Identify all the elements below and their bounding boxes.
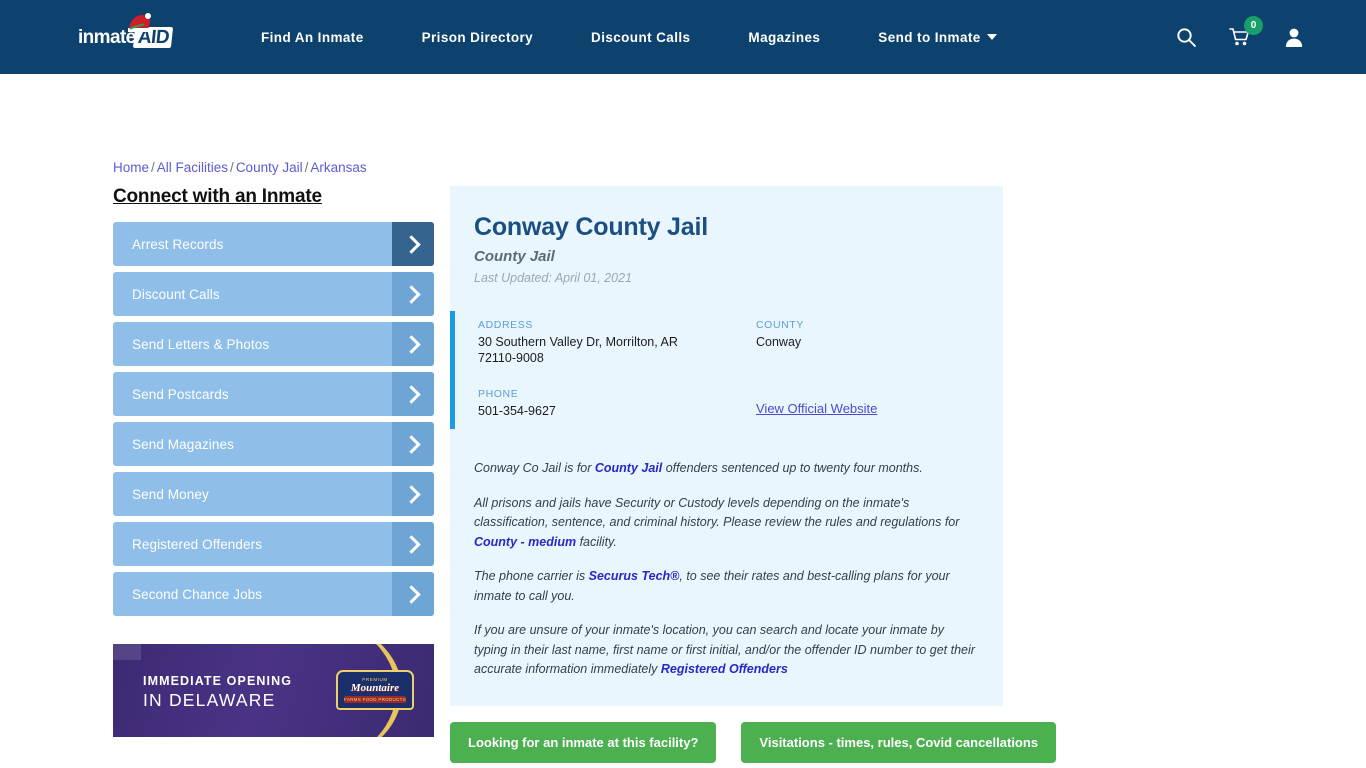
sidebar-item-send-money[interactable]: Send Money <box>113 472 434 516</box>
description-paragraph-3: The phone carrier is Securus Tech®, to s… <box>474 567 979 606</box>
address-line-2: 72110-9008 <box>478 351 544 365</box>
chevron-right-icon <box>392 222 434 266</box>
desc-p3-link[interactable]: Securus Tech® <box>589 569 680 583</box>
inmate-search-button[interactable]: Looking for an inmate at this facility? <box>450 721 717 763</box>
sidebar-item-label: Send Letters & Photos <box>132 336 270 352</box>
website-group: View Official Website <box>756 372 986 418</box>
nav-icon-group: 0 <box>1174 16 1306 49</box>
nav-item-find-an-inmate[interactable]: Find An Inmate <box>261 30 364 45</box>
facility-info-card: Conway County Jail County Jail Last Upda… <box>450 186 1003 706</box>
desc-p1-text-a: Conway Co Jail is for <box>474 461 595 475</box>
last-updated-text: Last Updated: April 01, 2021 <box>474 271 632 285</box>
county-group: COUNTY Conway <box>756 319 986 350</box>
ad-line-2: IN DELAWARE <box>143 690 276 711</box>
desc-p1-link[interactable]: County Jail <box>595 461 662 475</box>
sidebar-item-registered-offenders[interactable]: Registered Offenders <box>113 522 434 566</box>
search-icon[interactable] <box>1174 25 1198 49</box>
sidebar-item-label: Send Postcards <box>132 386 229 402</box>
address-line-1: 30 Southern Valley Dr, Morrilton, AR <box>478 335 678 349</box>
sidebar-item-arrest-records[interactable]: Arrest Records <box>113 222 434 266</box>
site-logo[interactable]: inmateAID <box>78 13 183 54</box>
address-label: ADDRESS <box>478 319 533 331</box>
chevron-down-icon <box>986 33 997 40</box>
logo-text-primary: inmate <box>78 26 136 48</box>
phone-value: 501-354-9627 <box>478 404 556 418</box>
desc-p2-text-a: All prisons and jails have Security or C… <box>474 495 960 530</box>
sidebar-item-send-magazines[interactable]: Send Magazines <box>113 422 434 466</box>
main-content: Conway County Jail County Jail Last Upda… <box>450 186 1057 768</box>
cart-count-badge: 0 <box>1244 16 1263 35</box>
description-paragraph-1: Conway Co Jail is for County Jail offend… <box>474 459 979 479</box>
sidebar-item-label: Registered Offenders <box>132 536 263 552</box>
chevron-right-icon <box>392 272 434 316</box>
desc-p2-text-b: facility. <box>576 534 617 549</box>
chevron-right-icon <box>392 372 434 416</box>
address-group: ADDRESS 30 Southern Valley Dr, Morrilton… <box>478 319 756 366</box>
page-title: Conway County Jail <box>474 213 708 241</box>
ad-corner-decoration <box>113 644 141 660</box>
logo-text: inmateAID <box>78 26 173 48</box>
nav-item-magazines[interactable]: Magazines <box>748 30 820 45</box>
sidebar-item-send-postcards[interactable]: Send Postcards <box>113 372 434 416</box>
chevron-right-icon <box>392 422 434 466</box>
user-account-icon[interactable] <box>1282 25 1306 49</box>
breadcrumb-item-home[interactable]: Home <box>113 160 149 175</box>
ad-text-block: IMMEDIATE OPENING IN DELAWARE <box>143 672 292 712</box>
logo-text-secondary: AID <box>132 26 173 48</box>
sidebar-item-discount-calls[interactable]: Discount Calls <box>113 272 434 316</box>
facility-type: County Jail <box>474 248 555 265</box>
desc-p4-link[interactable]: Registered Offenders <box>661 662 788 676</box>
ad-line-1: IMMEDIATE OPENING <box>143 674 293 688</box>
county-value: Conway <box>756 335 802 349</box>
breadcrumb-item-all-facilities[interactable]: All Facilities <box>157 160 228 175</box>
contact-column-right: COUNTY Conway View Official Website <box>756 319 986 419</box>
chevron-right-icon <box>392 322 434 366</box>
ad-brand-name: Mountaire <box>350 682 400 694</box>
sidebar-item-label: Send Magazines <box>132 436 234 452</box>
ad-brand-logo: PREMIUM Mountaire FARMS FOOD PRODUCTS <box>336 670 414 710</box>
sidebar-item-label: Arrest Records <box>132 236 224 252</box>
view-official-website-link[interactable]: View Official Website <box>756 401 877 416</box>
description-paragraph-2: All prisons and jails have Security or C… <box>474 494 979 553</box>
desc-p3-text-a: The phone carrier is <box>474 569 589 583</box>
ad-brand-sub: FARMS FOOD PRODUCTS <box>344 696 406 703</box>
sidebar-item-label: Second Chance Jobs <box>132 586 263 602</box>
nav-item-send-to-inmate[interactable]: Send to Inmate <box>878 29 997 45</box>
nav-item-prison-directory[interactable]: Prison Directory <box>422 30 533 45</box>
contact-column-left: ADDRESS 30 Southern Valley Dr, Morrilton… <box>478 319 756 419</box>
nav-item-send-to-inmate-label: Send to Inmate <box>878 29 981 45</box>
sidebar-item-send-letters-photos[interactable]: Send Letters & Photos <box>113 322 434 366</box>
description-paragraph-4: If you are unsure of your inmate's locat… <box>474 621 979 680</box>
phone-group: PHONE 501-354-9627 <box>478 388 756 419</box>
phone-label: PHONE <box>478 388 519 400</box>
chevron-right-icon <box>392 572 434 616</box>
county-label: COUNTY <box>756 319 804 331</box>
facility-description: Conway Co Jail is for County Jail offend… <box>474 459 979 680</box>
sidebar-title: Connect with an Inmate <box>113 186 322 207</box>
visitations-button[interactable]: Visitations - times, rules, Covid cancel… <box>741 721 1057 763</box>
sidebar-item-label: Send Money <box>132 486 209 502</box>
primary-nav: Find An Inmate Prison Directory Discount… <box>261 30 997 45</box>
sidebar-item-label: Discount Calls <box>132 286 220 302</box>
breadcrumb-separator: / <box>304 160 309 175</box>
chevron-right-icon <box>392 472 434 516</box>
desc-p2-link[interactable]: County - medium <box>474 535 576 549</box>
sidebar-advertisement[interactable]: IMMEDIATE OPENING IN DELAWARE PREMIUM Mo… <box>113 644 434 737</box>
breadcrumb-item-county-jail[interactable]: County Jail <box>236 160 303 175</box>
breadcrumb-separator: / <box>151 160 155 175</box>
sidebar-item-second-chance-jobs[interactable]: Second Chance Jobs <box>113 572 434 616</box>
breadcrumb-separator: / <box>230 160 234 175</box>
chevron-right-icon <box>392 522 434 566</box>
shopping-cart-icon[interactable]: 0 <box>1228 16 1263 49</box>
breadcrumb: Home / All Facilities / County Jail / Arkansas <box>113 160 367 175</box>
sidebar: Connect with an Inmate Arrest Records Di… <box>113 186 434 622</box>
desc-p1-text-b: offenders sentenced up to twenty four mo… <box>662 461 923 475</box>
facility-contact-block: ADDRESS 30 Southern Valley Dr, Morrilton… <box>450 311 1003 429</box>
nav-item-discount-calls[interactable]: Discount Calls <box>591 30 690 45</box>
breadcrumb-item-arkansas[interactable]: Arkansas <box>310 160 366 175</box>
top-navigation-bar: inmateAID Find An Inmate Prison Director… <box>0 0 1366 74</box>
action-button-row: Looking for an inmate at this facility? … <box>450 721 1057 763</box>
